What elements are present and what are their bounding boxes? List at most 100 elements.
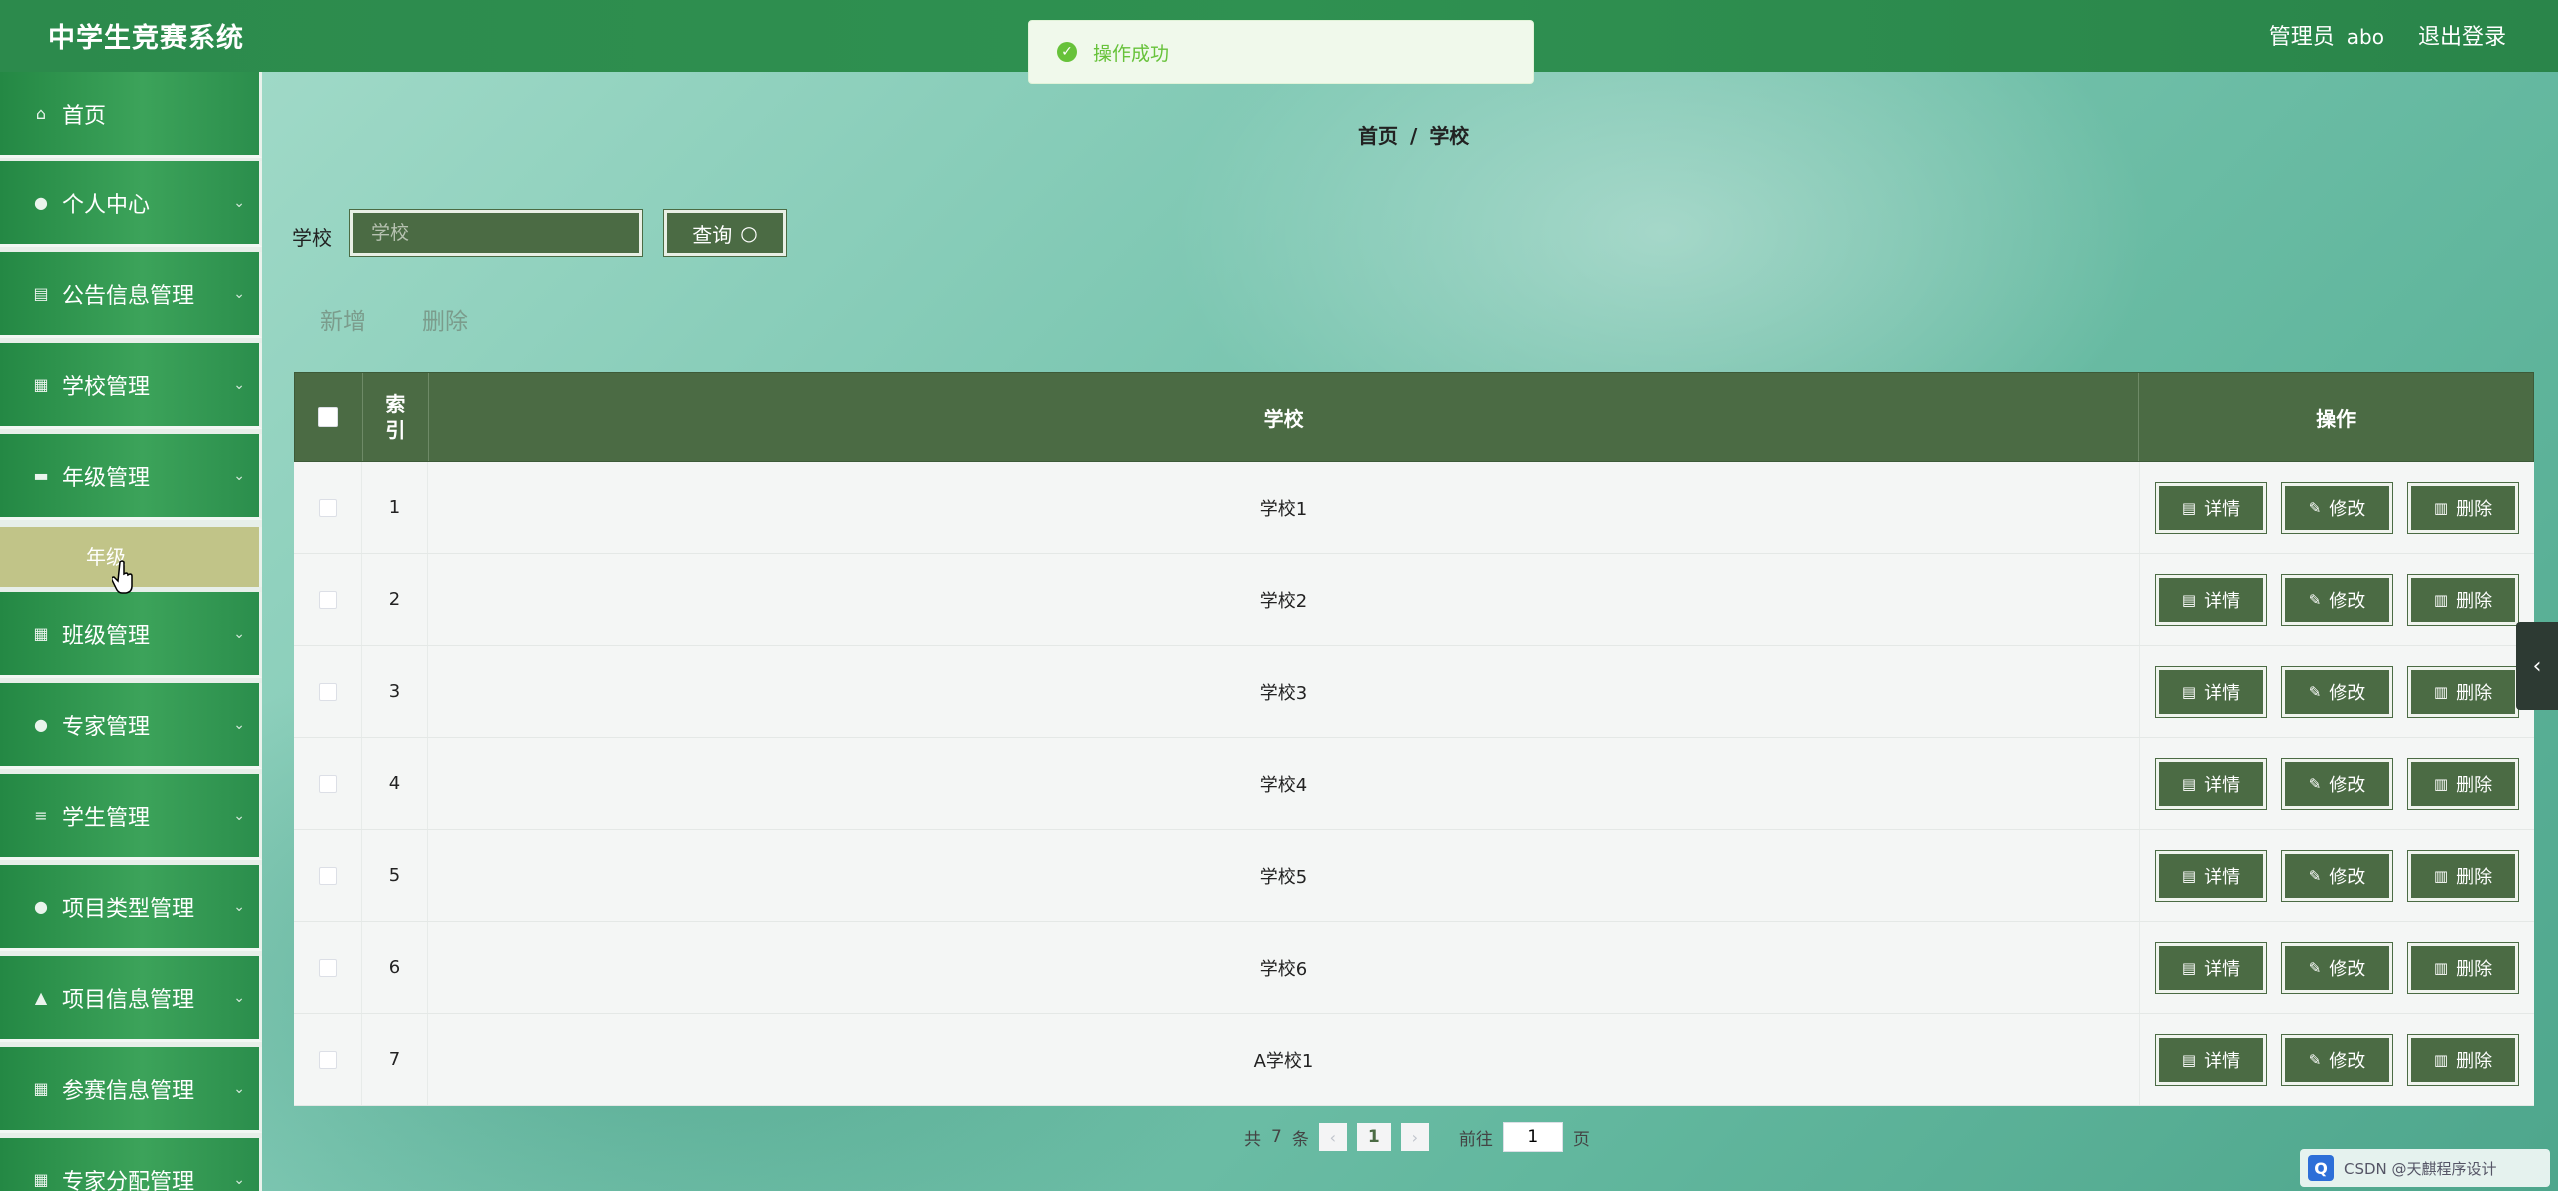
table-row: 1 学校1 ▤ 详情 ✎ 修改 ▥ 删除 bbox=[294, 462, 2534, 554]
page-suffix: 页 bbox=[1572, 1129, 1590, 1150]
detail-label: 详情 bbox=[2204, 958, 2241, 980]
breadcrumb-separator: / bbox=[1410, 124, 1418, 148]
detail-button[interactable]: ▤ 详情 bbox=[2156, 482, 2266, 533]
edit-button[interactable]: ✎ 修改 bbox=[2282, 758, 2392, 809]
select-all-checkbox[interactable] bbox=[318, 407, 339, 427]
prev-page-icon[interactable]: ‹ bbox=[1318, 1123, 1347, 1151]
row-school-name: 学校5 bbox=[428, 830, 2140, 921]
success-toast: ✓ 操作成功 bbox=[1028, 20, 1534, 84]
edit-label: 修改 bbox=[2329, 1050, 2366, 1072]
row-checkbox[interactable] bbox=[318, 682, 337, 701]
user-icon: ● bbox=[34, 193, 48, 212]
document-icon: ▤ bbox=[2181, 682, 2197, 701]
delete-button[interactable]: ▥ 删除 bbox=[2408, 574, 2518, 625]
add-button[interactable]: 新增 bbox=[320, 302, 366, 336]
chevron-down-icon: ⌄ bbox=[233, 376, 245, 393]
table-row: 5 学校5 ▤ 详情 ✎ 修改 ▥ 删除 bbox=[294, 830, 2534, 922]
sidebar-item-personal-center[interactable]: ● 个人中心 ⌄ bbox=[0, 161, 262, 247]
sidebar-item-grade[interactable]: ▬ 年级管理 ⌄ bbox=[0, 434, 262, 520]
delete-button[interactable]: ▥ 删除 bbox=[2408, 1034, 2518, 1085]
sidebar-item-expert[interactable]: ● 专家管理 ⌄ bbox=[0, 683, 262, 769]
sidebar-item-project-type[interactable]: ● 项目类型管理 ⌄ bbox=[0, 865, 262, 951]
header-operations: 操作 bbox=[2316, 406, 2357, 431]
query-button[interactable]: 查询 ○ bbox=[664, 210, 786, 256]
edit-button[interactable]: ✎ 修改 bbox=[2282, 574, 2392, 625]
delete-label: 删除 bbox=[2456, 498, 2493, 520]
row-index: 2 bbox=[362, 554, 428, 645]
delete-button[interactable]: ▥ 删除 bbox=[2408, 850, 2518, 901]
sidebar-item-notice[interactable]: ▤ 公告信息管理 ⌄ bbox=[0, 252, 262, 338]
chevron-down-icon: ⌄ bbox=[233, 1171, 245, 1188]
sidebar-item-home[interactable]: ⌂ 首页 bbox=[0, 72, 262, 158]
logout-button[interactable]: 退出登录 bbox=[2418, 19, 2506, 51]
detail-button[interactable]: ▤ 详情 bbox=[2156, 850, 2266, 901]
sidebar-item-project-info[interactable]: ▲ 项目信息管理 ⌄ bbox=[0, 956, 262, 1042]
pencil-icon: ✎ bbox=[2308, 958, 2322, 977]
school-search-input[interactable] bbox=[350, 210, 642, 256]
table-body: 1 学校1 ▤ 详情 ✎ 修改 ▥ 删除 2 学校2 ▤ 详情 ✎ 修改 ▥ 删除 3 学校… bbox=[294, 462, 2534, 1106]
detail-button[interactable]: ▤ 详情 bbox=[2156, 942, 2266, 993]
detail-label: 详情 bbox=[2204, 866, 2241, 888]
apps-icon: ▦ bbox=[33, 624, 49, 643]
edit-button[interactable]: ✎ 修改 bbox=[2282, 850, 2392, 901]
sidebar-item-label: 项目类型管理 bbox=[62, 896, 195, 922]
row-checkbox[interactable] bbox=[318, 774, 337, 793]
sidebar-item-label: 公告信息管理 bbox=[62, 283, 195, 309]
edit-label: 修改 bbox=[2329, 774, 2366, 796]
edit-button[interactable]: ✎ 修改 bbox=[2282, 1034, 2392, 1085]
batch-delete-button[interactable]: 删除 bbox=[422, 302, 468, 336]
detail-label: 详情 bbox=[2204, 1050, 2241, 1072]
delete-label: 删除 bbox=[2456, 682, 2493, 704]
main-content: 首页/学校 学校 查询 ○ 新增 删除 索引 学校 操作 1 学校1 ▤详情 ✎… bbox=[262, 72, 2558, 1191]
row-index: 3 bbox=[362, 646, 428, 737]
row-index: 5 bbox=[362, 830, 428, 921]
breadcrumb-home[interactable]: 首页 bbox=[1358, 124, 1398, 148]
edit-button[interactable]: ✎ 修改 bbox=[2282, 482, 2392, 533]
row-operations: ▤ 详情 ✎ 修改 ▥ 删除 bbox=[2140, 830, 2534, 921]
row-index: 7 bbox=[362, 1014, 428, 1105]
detail-button[interactable]: ▤ 详情 bbox=[2156, 1034, 2266, 1085]
trash-icon: ▥ bbox=[2433, 958, 2449, 977]
row-index: 4 bbox=[362, 738, 428, 829]
row-checkbox[interactable] bbox=[318, 590, 337, 609]
next-page-icon[interactable]: › bbox=[1400, 1123, 1429, 1151]
row-checkbox[interactable] bbox=[318, 958, 337, 977]
row-school-name: A学校1 bbox=[428, 1014, 2140, 1105]
row-checkbox[interactable] bbox=[318, 1050, 337, 1069]
edit-label: 修改 bbox=[2329, 866, 2366, 888]
trash-icon: ▥ bbox=[2433, 682, 2449, 701]
row-checkbox[interactable] bbox=[318, 866, 337, 885]
total-count: 7 bbox=[1271, 1127, 1282, 1147]
edit-label: 修改 bbox=[2329, 958, 2366, 980]
delete-button[interactable]: ▥ 删除 bbox=[2408, 758, 2518, 809]
sidebar-item-class[interactable]: ▦ 班级管理 ⌄ bbox=[0, 592, 262, 678]
sidebar-item-school[interactable]: ▦ 学校管理 ⌄ bbox=[0, 343, 262, 429]
row-checkbox[interactable] bbox=[318, 498, 337, 517]
row-school-name: 学校1 bbox=[428, 462, 2140, 553]
delete-label: 删除 bbox=[2456, 958, 2493, 980]
delete-label: 删除 bbox=[2456, 774, 2493, 796]
detail-label: 详情 bbox=[2204, 590, 2241, 612]
toast-message: 操作成功 bbox=[1093, 42, 1170, 65]
page-number[interactable]: 1 bbox=[1356, 1123, 1391, 1151]
detail-button[interactable]: ▤ 详情 bbox=[2156, 758, 2266, 809]
pencil-icon: ✎ bbox=[2308, 774, 2322, 793]
delete-button[interactable]: ▥ 删除 bbox=[2408, 482, 2518, 533]
collapse-panel-button[interactable]: ‹ bbox=[2516, 622, 2558, 710]
edit-button[interactable]: ✎ 修改 bbox=[2282, 942, 2392, 993]
sidebar-item-expert-assign[interactable]: ▦ 专家分配管理 ⌄ bbox=[0, 1138, 262, 1191]
sidebar-item-student[interactable]: ≡ 学生管理 ⌄ bbox=[0, 774, 262, 860]
row-school-name: 学校3 bbox=[428, 646, 2140, 737]
delete-button[interactable]: ▥ 删除 bbox=[2408, 666, 2518, 717]
detail-button[interactable]: ▤ 详情 bbox=[2156, 574, 2266, 625]
sidebar-item-entry-info[interactable]: ▦ 参赛信息管理 ⌄ bbox=[0, 1047, 262, 1133]
goto-page-input[interactable] bbox=[1502, 1122, 1563, 1152]
detail-button[interactable]: ▤ 详情 bbox=[2156, 666, 2266, 717]
goto-label: 前往 bbox=[1458, 1129, 1493, 1150]
delete-button[interactable]: ▥ 删除 bbox=[2408, 942, 2518, 993]
edit-button[interactable]: ✎ 修改 bbox=[2282, 666, 2392, 717]
admin-info: 管理员 abo bbox=[2269, 19, 2384, 51]
school-table: 索引 学校 操作 1 学校1 ▤ 详情 ✎ 修改 ▥ 删除 2 学校2 ▤ 详情 ✎ 修改… bbox=[294, 372, 2534, 1106]
total-prefix: 共 bbox=[1244, 1129, 1261, 1150]
row-index: 1 bbox=[362, 462, 428, 553]
